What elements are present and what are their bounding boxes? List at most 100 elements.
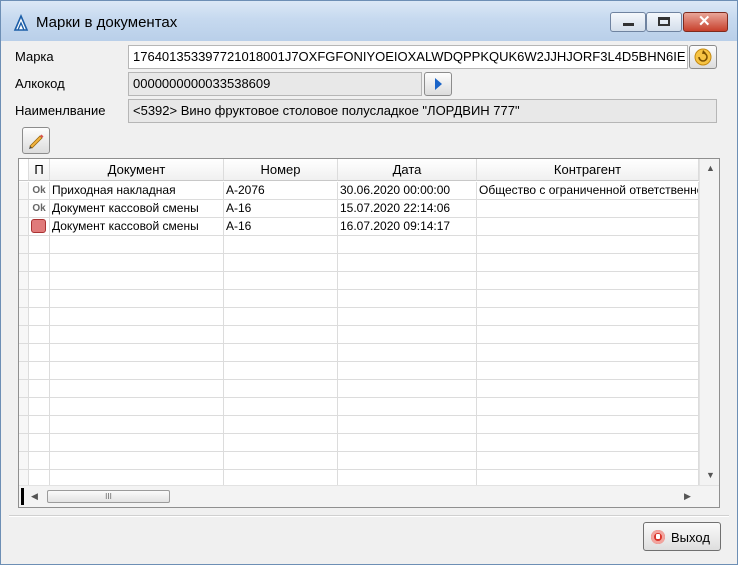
column-header-number[interactable]: Номер (224, 159, 338, 181)
date-cell[interactable] (338, 452, 477, 470)
number-cell[interactable] (224, 416, 338, 434)
status-cell[interactable] (29, 254, 50, 272)
vertical-scrollbar[interactable]: ▲ ▼ (699, 159, 719, 485)
number-cell[interactable]: А-16 (224, 200, 338, 218)
document-cell[interactable] (50, 254, 224, 272)
number-cell[interactable] (224, 254, 338, 272)
date-cell[interactable] (338, 308, 477, 326)
document-cell[interactable] (50, 398, 224, 416)
agent-cell[interactable]: Общество с ограниченной ответственностью (477, 182, 699, 200)
number-cell[interactable] (224, 380, 338, 398)
document-cell[interactable] (50, 344, 224, 362)
date-cell[interactable] (338, 416, 477, 434)
number-cell[interactable] (224, 308, 338, 326)
refresh-button[interactable] (689, 45, 717, 69)
documents-table[interactable]: П Документ Номер Дата Контрагент Ok Прихо… (18, 158, 720, 508)
number-cell[interactable]: А-16 (224, 218, 338, 236)
number-cell[interactable]: А-2076 (224, 182, 338, 200)
document-cell[interactable] (50, 236, 224, 254)
number-cell[interactable] (224, 236, 338, 254)
status-cell[interactable] (29, 308, 50, 326)
scroll-down-icon[interactable]: ▼ (706, 470, 715, 480)
alkokod-input[interactable]: 0000000000033538609 (128, 72, 422, 96)
minimize-button[interactable] (610, 12, 646, 32)
date-cell[interactable] (338, 290, 477, 308)
agent-cell[interactable] (477, 218, 699, 236)
status-cell[interactable] (29, 416, 50, 434)
scroll-left-icon[interactable]: ◀ (31, 491, 38, 502)
document-cell[interactable] (50, 416, 224, 434)
date-cell[interactable]: 30.06.2020 00:00:00 (338, 182, 477, 200)
date-cell[interactable] (338, 326, 477, 344)
number-cell[interactable] (224, 452, 338, 470)
agent-cell[interactable] (477, 308, 699, 326)
date-cell[interactable] (338, 236, 477, 254)
column-header-date[interactable]: Дата (338, 159, 477, 181)
document-cell[interactable]: Документ кассовой смены (50, 200, 224, 218)
document-cell[interactable] (50, 434, 224, 452)
date-cell[interactable] (338, 344, 477, 362)
column-header-agent[interactable]: Контрагент (477, 159, 699, 181)
status-cell[interactable] (29, 218, 50, 236)
document-cell[interactable] (50, 362, 224, 380)
number-cell[interactable] (224, 434, 338, 452)
column-header-status[interactable]: П (29, 159, 50, 181)
date-cell[interactable] (338, 380, 477, 398)
agent-cell[interactable] (477, 380, 699, 398)
agent-cell[interactable] (477, 290, 699, 308)
document-cell[interactable]: Приходная накладная (50, 182, 224, 200)
status-cell[interactable] (29, 434, 50, 452)
document-cell[interactable] (50, 380, 224, 398)
date-cell[interactable] (338, 362, 477, 380)
agent-cell[interactable] (477, 200, 699, 218)
status-cell[interactable] (29, 272, 50, 290)
status-cell[interactable] (29, 362, 50, 380)
agent-cell[interactable] (477, 254, 699, 272)
status-cell[interactable]: Ok (29, 182, 50, 200)
maximize-button[interactable] (646, 12, 682, 32)
status-cell[interactable] (29, 344, 50, 362)
status-cell[interactable] (29, 290, 50, 308)
scroll-up-icon[interactable]: ▲ (706, 163, 715, 173)
status-cell[interactable] (29, 398, 50, 416)
agent-cell[interactable] (477, 344, 699, 362)
exit-button[interactable]: Выход (643, 522, 721, 551)
document-cell[interactable] (50, 290, 224, 308)
document-cell[interactable] (50, 308, 224, 326)
status-cell[interactable] (29, 326, 50, 344)
agent-cell[interactable] (477, 398, 699, 416)
close-button[interactable]: ✕ (683, 12, 728, 32)
agent-cell[interactable] (477, 326, 699, 344)
agent-cell[interactable] (477, 236, 699, 254)
title-bar[interactable]: Марки в документах ✕ (1, 1, 737, 41)
status-cell[interactable] (29, 236, 50, 254)
agent-cell[interactable] (477, 362, 699, 380)
document-cell[interactable] (50, 452, 224, 470)
number-cell[interactable] (224, 290, 338, 308)
column-header-document[interactable]: Документ (50, 159, 224, 181)
date-cell[interactable]: 15.07.2020 22:14:06 (338, 200, 477, 218)
agent-cell[interactable] (477, 272, 699, 290)
date-cell[interactable] (338, 434, 477, 452)
document-cell[interactable] (50, 326, 224, 344)
date-cell[interactable] (338, 272, 477, 290)
scroll-right-icon[interactable]: ▶ (684, 491, 691, 502)
status-cell[interactable] (29, 380, 50, 398)
agent-cell[interactable] (477, 416, 699, 434)
date-cell[interactable] (338, 254, 477, 272)
document-cell[interactable]: Документ кассовой смены (50, 218, 224, 236)
horizontal-scrollbar[interactable]: ◀ III ▶ (19, 485, 719, 507)
edit-button[interactable] (22, 127, 50, 154)
status-cell[interactable] (29, 452, 50, 470)
number-cell[interactable] (224, 272, 338, 290)
date-cell[interactable]: 16.07.2020 09:14:17 (338, 218, 477, 236)
alkokod-select-button[interactable] (424, 72, 452, 96)
date-cell[interactable] (338, 398, 477, 416)
number-cell[interactable] (224, 398, 338, 416)
number-cell[interactable] (224, 326, 338, 344)
marka-input[interactable]: 176401353397721018001J7OXFGFONIYOEIOXALW… (128, 45, 688, 69)
horizontal-scroll-thumb[interactable]: III (47, 490, 170, 503)
number-cell[interactable] (224, 362, 338, 380)
agent-cell[interactable] (477, 434, 699, 452)
agent-cell[interactable] (477, 452, 699, 470)
